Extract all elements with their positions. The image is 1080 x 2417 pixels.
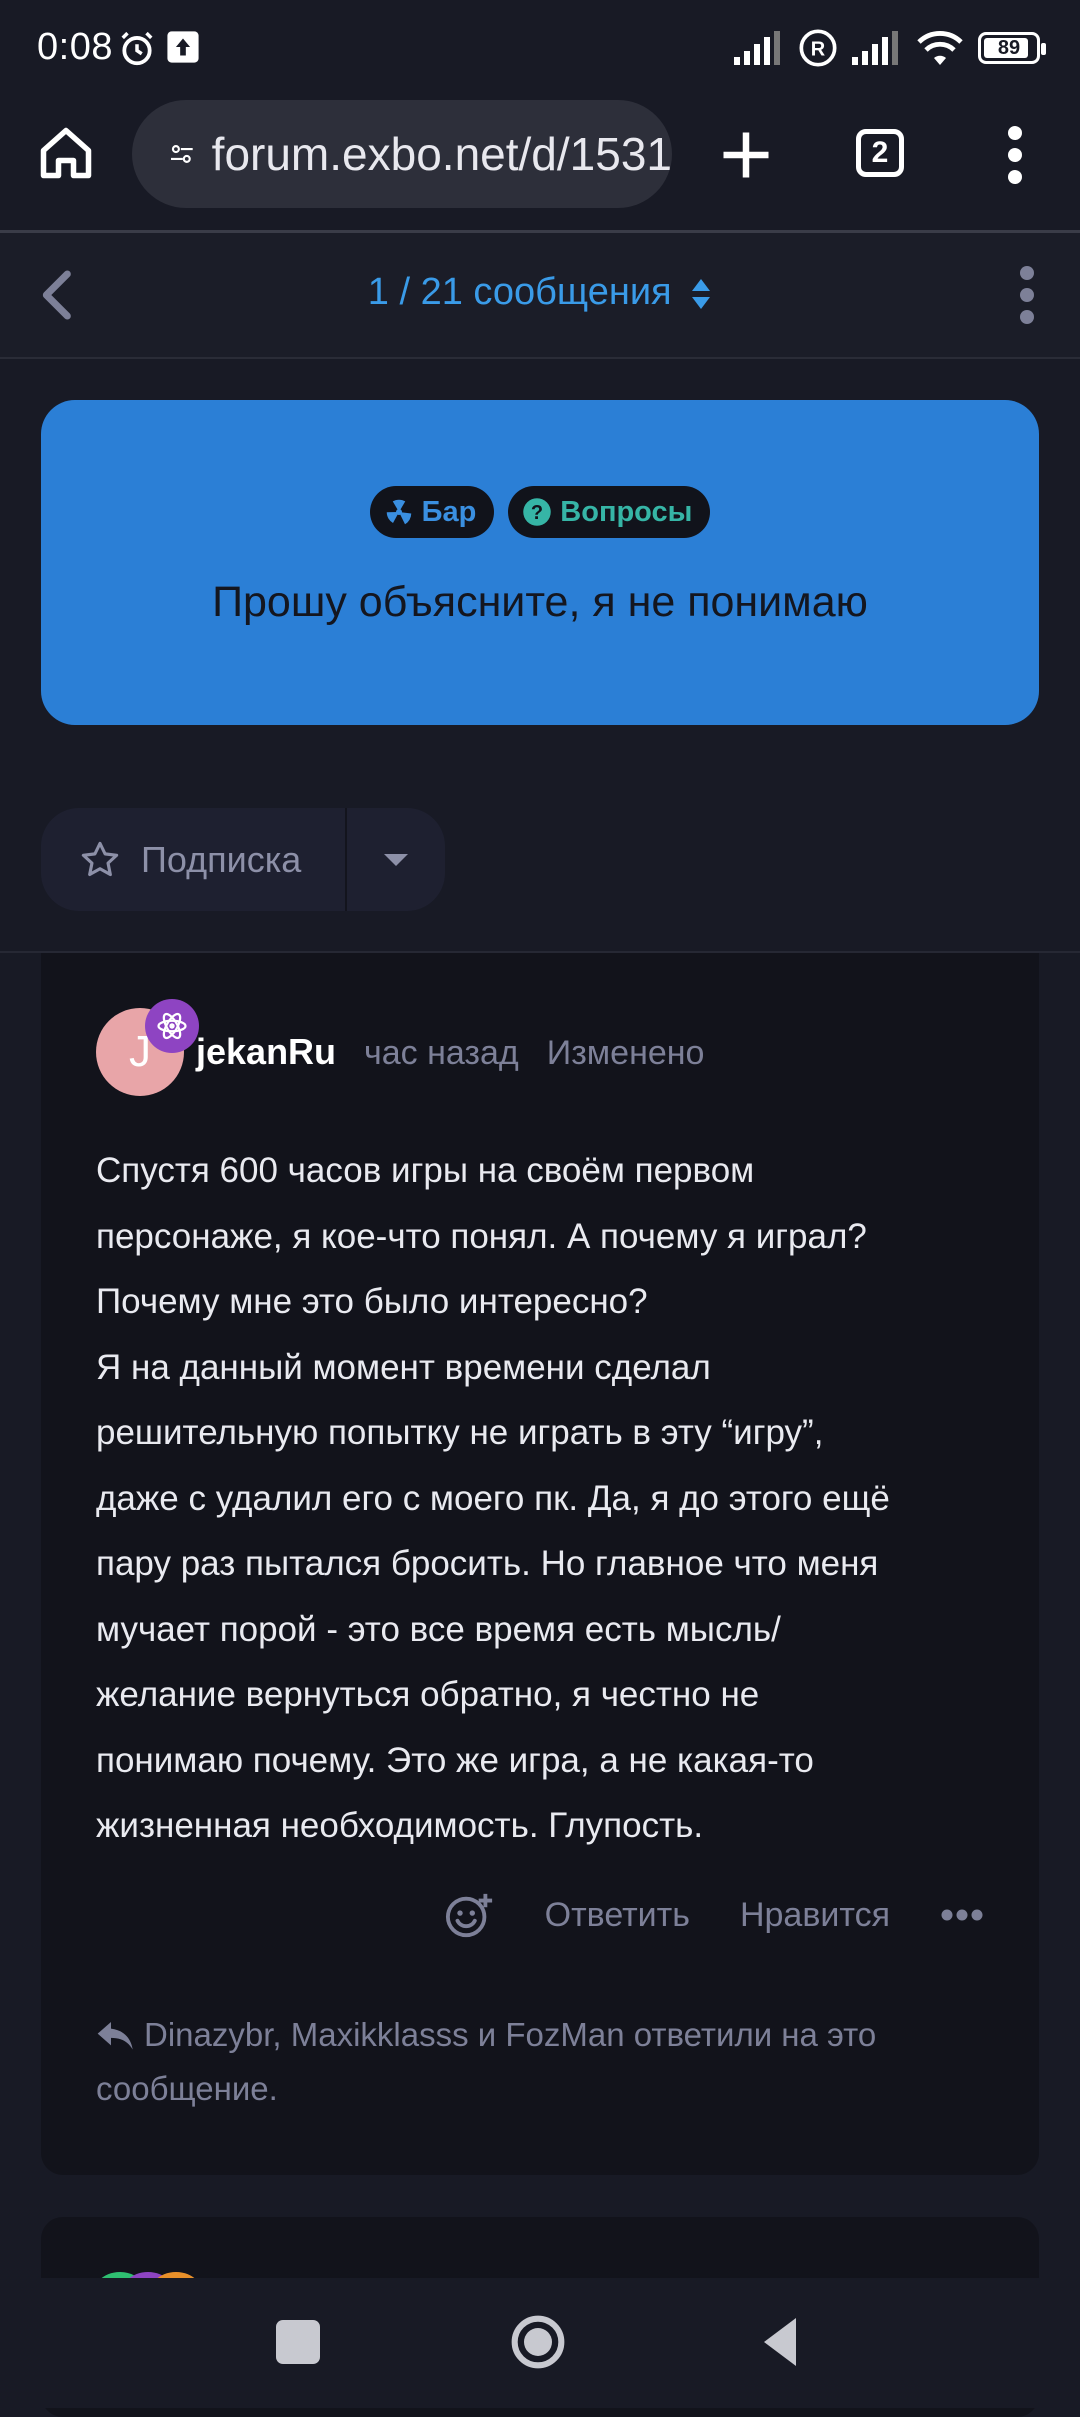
post-scrubber[interactable]: 1 / 21 сообщения xyxy=(0,271,1080,314)
like-button[interactable]: Нравится xyxy=(740,1896,890,1935)
question-circle-icon: ? xyxy=(523,498,552,526)
tag-questions[interactable]: ? Вопросы xyxy=(508,486,711,538)
subscription-control: Подписка xyxy=(41,808,445,911)
tag-label: Бар xyxy=(421,495,477,528)
status-bar: 0:08 R 89 xyxy=(0,0,1080,95)
signal-icon xyxy=(734,31,780,65)
body-line: Почему мне это было интересно? xyxy=(96,1282,648,1321)
reply-button[interactable]: Ответить xyxy=(545,1896,690,1935)
discussion-nav: 1 / 21 сообщения xyxy=(0,233,1080,359)
body-line: даже с удалил его с моего пк. Да, я до э… xyxy=(96,1478,890,1518)
body-line: персонаже, я кое-что понял. А почему я и… xyxy=(96,1216,867,1256)
post-actions: Ответить Нравится xyxy=(41,1891,984,1939)
tab-switcher-button[interactable]: 2 xyxy=(856,129,904,177)
post-header: jekanRu час назад Изменено xyxy=(196,1031,704,1073)
tag-list: Бар ? Вопросы xyxy=(41,486,1039,538)
plus-icon[interactable] xyxy=(716,125,776,185)
post-card: J jekanRu час назад Изменено Спустя 600 … xyxy=(41,953,1039,2175)
discussion-hero: Бар ? Вопросы Прошу объясните, я не пони… xyxy=(41,400,1039,725)
reply-arrow-icon xyxy=(97,2022,133,2050)
url-text[interactable]: forum.exbo.net/d/1531 xyxy=(212,127,672,181)
tag-label: Вопросы xyxy=(560,495,693,528)
more-horiz-icon[interactable] xyxy=(940,1908,984,1922)
roaming-icon: R xyxy=(799,29,837,67)
battery-level: 89 xyxy=(997,36,1021,59)
svg-text:?: ? xyxy=(531,502,543,524)
body-line: Спустя 600 часов игры на своём первом xyxy=(96,1151,755,1190)
svg-text:R: R xyxy=(811,39,826,61)
sort-arrows-icon xyxy=(692,278,711,309)
post-body: Спустя 600 часов игры на своём первом пе… xyxy=(96,1138,1016,1859)
home-icon[interactable] xyxy=(36,123,96,183)
edited-label[interactable]: Изменено xyxy=(547,1034,705,1073)
status-time: 0:08 xyxy=(37,26,113,68)
recents-icon[interactable] xyxy=(276,2320,320,2364)
home-circle-icon[interactable] xyxy=(510,2314,566,2370)
subscribe-label: Подписка xyxy=(141,838,302,880)
body-line: желание вернуться обратно, я честно не xyxy=(96,1675,760,1714)
system-nav-bar xyxy=(0,2278,1080,2408)
upload-icon xyxy=(167,31,199,63)
replied-by[interactable]: Dinazybr, Maxikklasss и FozMan ответили … xyxy=(96,2008,976,2116)
discussion-title: Прошу объясните, я не понимаю xyxy=(212,578,868,626)
scrubber-label: 1 / 21 сообщения xyxy=(367,271,672,313)
body-line: мучает порой - это все время есть мысль/ xyxy=(96,1609,781,1649)
alarm-icon xyxy=(121,31,153,66)
wifi-icon xyxy=(917,31,963,65)
battery-icon: 89 xyxy=(978,32,1046,64)
replied-by-text: сообщение. xyxy=(96,2070,278,2107)
star-icon xyxy=(81,841,119,876)
radiation-icon xyxy=(386,499,411,525)
post-time[interactable]: час назад xyxy=(364,1034,519,1073)
more-vert-icon[interactable] xyxy=(1010,265,1044,325)
body-line: жизненная необходимость. Глупость. xyxy=(96,1806,704,1845)
add-reaction-icon[interactable] xyxy=(445,1891,495,1939)
address-bar[interactable]: forum.exbo.net/d/1531 xyxy=(132,100,672,208)
atom-badge-icon xyxy=(145,999,199,1053)
username[interactable]: jekanRu xyxy=(196,1031,336,1073)
subscribe-button[interactable]: Подписка xyxy=(41,808,345,911)
tag-bar[interactable]: Бар xyxy=(369,486,495,538)
caret-down-icon xyxy=(384,853,408,866)
back-triangle-icon[interactable] xyxy=(760,2316,800,2368)
body-line: понимаю почему. Это же игра, а не какая-… xyxy=(96,1740,814,1780)
replied-by-text: Dinazybr, Maxikklasss и FozMan ответили … xyxy=(144,2016,877,2053)
body-line: решительную попытку не играть в эту “игр… xyxy=(96,1413,824,1452)
subscribe-dropdown-button[interactable] xyxy=(347,808,445,911)
signal-icon xyxy=(852,31,898,65)
body-line: пару раз пытался бросить. Но главное что… xyxy=(96,1544,879,1583)
more-vert-icon[interactable] xyxy=(1000,125,1030,185)
site-settings-icon[interactable] xyxy=(170,134,194,174)
browser-toolbar: forum.exbo.net/d/1531 2 xyxy=(0,95,1080,233)
body-line: Я на данный момент времени сделал xyxy=(96,1347,711,1387)
